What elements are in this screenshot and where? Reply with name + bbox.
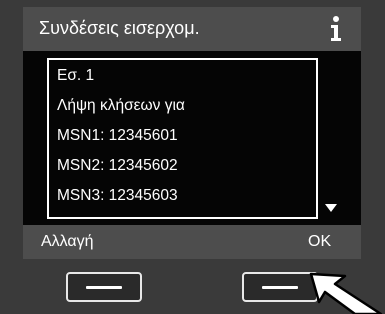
list-item: MSN3: 12345603: [57, 187, 178, 204]
list-item: MSN2: 12345602: [57, 157, 178, 174]
list-item: Εσ. 1: [57, 67, 95, 84]
settings-list[interactable]: Εσ. 1 Λήψη κλήσεων για MSN1: 12345601 MS…: [47, 58, 318, 219]
list-item: MSN1: 12345601: [57, 127, 178, 144]
phone-device: Συνδέσεις εισερχομ. Εσ. 1 Λήψη κλήσεων γ…: [0, 0, 385, 314]
softkey-right-label: OK: [308, 233, 332, 250]
pointer-arrow-icon: [309, 272, 383, 314]
left-softkey-button[interactable]: [66, 272, 142, 302]
button-dash-icon: [86, 286, 122, 289]
info-icon: [331, 16, 341, 41]
softkey-left-label: Αλλαγή: [41, 233, 94, 250]
button-dash-icon: [262, 286, 298, 289]
scroll-down-arrow-icon: [325, 204, 337, 212]
display-screen: Συνδέσεις εισερχομ. Εσ. 1 Λήψη κλήσεων γ…: [23, 7, 361, 259]
title-bar: Συνδέσεις εισερχομ.: [23, 7, 361, 51]
list-item: Λήψη κλήσεων για: [57, 97, 185, 114]
softkey-bar: Αλλαγή OK: [23, 225, 361, 259]
screen-title: Συνδέσεις εισερχομ.: [39, 18, 200, 38]
